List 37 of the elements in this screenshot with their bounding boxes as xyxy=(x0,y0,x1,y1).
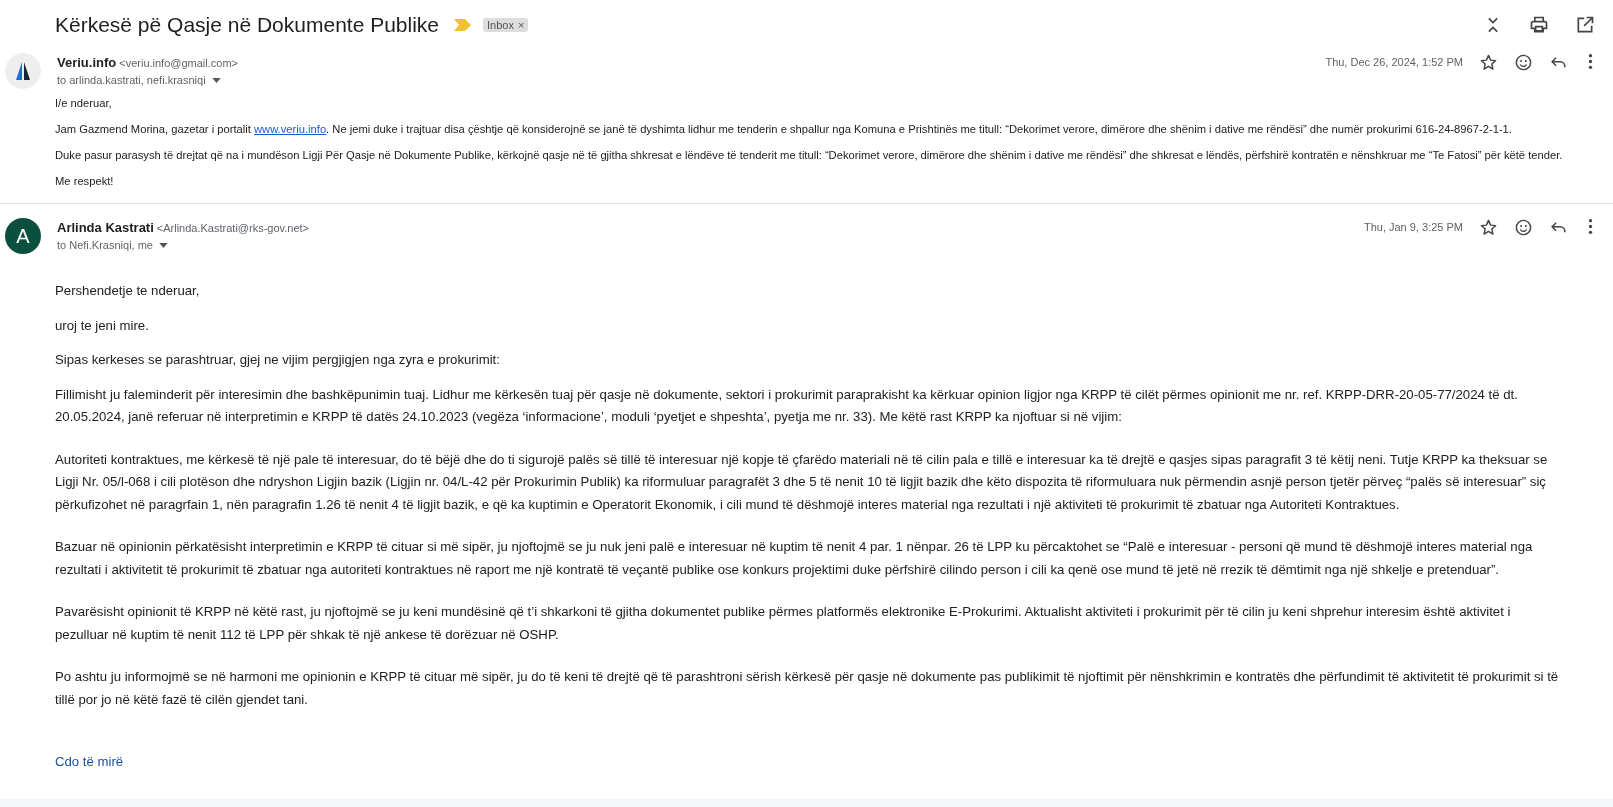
message-paragraph: Pershendetje te nderuar, xyxy=(55,282,201,300)
message-paragraph: Duke pasur parasysh të drejtat që na i mundëson Ligji Për Qasje në Dokumente Publike, kërkojnë qasje në të gjitha shkresat e lëndëve të tenderit me titull: “Dekorimet verore, dimërore dhe shënim i dative me rëndësi” dhe shkresat e lëndës, përfshirë kontratën e nënshkruar me “Te Fatosi” për këtë tender. xyxy=(55,148,1564,163)
importance-marker-icon[interactable] xyxy=(453,18,474,32)
message-date: Thu, Jan 9, 3:25 PM xyxy=(1363,221,1463,233)
dropdown-caret-icon[interactable] xyxy=(159,242,168,248)
message-paragraph: Me respekt! xyxy=(55,174,115,189)
message-paragraph: Po ashtu ju informojmë se në harmoni me opinionin e KRPP të cituar më sipër, ju do të keni të drejtë që të parashtroni sërish kërkesë për qasje në dokumente pas publikimit të njoftimit për nënshkrimin e kontratës dhe përfundimit të aktivitetit të prokurimit si të tillë por jo në këtë fazë të cilën gjendet tani. xyxy=(55,668,1560,709)
more-options-icon[interactable] xyxy=(1588,53,1593,70)
message-paragraph: I/e nderuar, xyxy=(55,96,113,111)
dropdown-caret-icon[interactable] xyxy=(211,77,221,83)
sender-name: Arlinda Kastrati xyxy=(57,220,154,235)
sender-name: Veriu.info xyxy=(57,55,117,70)
sender-email: <Arlinda.Kastrati@rks-gov.net> xyxy=(156,222,309,234)
message-paragraph: Jam Gazmend Morina, gazetar i portalit www.veriu.info. Ne jemi duke i trajtuar disa çështje që konsiderojnë se janë të dyshimta lidhur me tenderin e shpallur nga Komuna e Prishtinës me titull: “Dekorimet verore, dimërore dhe shënim i dative me rëndësi” dhe numër prokurimi 616-24-8967-2-1-1. xyxy=(55,122,1513,137)
print-icon[interactable] xyxy=(1529,15,1549,35)
more-options-icon[interactable] xyxy=(1588,218,1593,235)
message-paragraph: Sipas kerkeses se parashtruar, gjej ne vijim pergjigjen nga zyra e prokurimit: xyxy=(55,351,501,369)
message-paragraph: Autoriteti kontraktues, me kërkesë të një pale të interesuar, do të bëjë dhe do ti sigurojë palës së tillë të interesuar një kopje të çfarëdo materiali në të cilin pala e tillë e interesuar ka të drejtë e qasjes sipas paragrafit 3 të këtij neni. Tutje KRPP ka theksuar se Ligji Nr. 05/l-068 i cili plotëson dhe ndryshon Ligjin bazik (Ligjin nr. 04/L-42 për Prokurimin Publik) ka riformuluar paragrafët 3 dhe 5 të nenit 10 të ligjit bazik dhe këto dispozita të riformuluara nuk përmendin asnjë person tjetër përveç “palës së interesuar” siç përkufizohet në paragrfain 1, nën paragrafin 1.26 të nenit 4 të ligjit bazik, e që ka kuptimin e Operatorit Ekonomik, i cili mund të dëshmojë interes material nga rezultati i një aktiviteti të prokurimit të zbatuar nga Autoriteti Kontraktues. xyxy=(55,450,1549,514)
recipients: to Nefi.Krasniqi, me xyxy=(57,239,153,251)
message-paragraph: uroj te jeni mire. xyxy=(55,316,150,335)
inbox-label: Inbox × xyxy=(483,18,529,32)
closing-line: Cdo të mirë xyxy=(55,753,125,771)
open-in-new-window-icon[interactable] xyxy=(1575,15,1595,35)
recipients: to arlinda.kastrati, nefi.krasniqi xyxy=(57,74,206,86)
star-icon[interactable] xyxy=(1479,53,1498,72)
message-paragraph: Bazuar në opinionin përkatësisht interpretimin e KRPP të cituar si më sipër, ju njoftojmë se ju nuk jeni palë e interesuar në kuptim të nenit 4 par. 1 nënpar. 26 të LPP ku përcaktohet se “Palë e interesuar - personi që mund të dëshmojë interes material nga rezultati i aktivitetit të prokurimit të zbatuar nga autoriteti kontraktues në raport me një kontratë të veçantë publike ose konkurs projektimi duke përfshirë cilindo person i cili ka qenë ose mund të jetë në rrezik të dëmtimit nga një shkelje e pretenduar”. xyxy=(55,538,1534,579)
message-paragraph: Fillimisht ju faleminderit për interesimin dhe bashkëpunimin tuaj. Lidhur me kërkesën tuaj për qasje në dokumente, sektori i prokurimit paraprakisht ka kërkuar opinion ligjor nga KRPP të cilët përmes opinionit me nr. ref. KRPP-DRR-20-05-77/2024 të dt. 20.05.2024, janë referuar në interpretimin e KRPP të datës 24.10.2023 (vegëza ‘informacione’, moduli ‘pyetjet e shpeshta’, pyetja me nr. 33). Me këtë rast KRPP ka njoftuar si në vijim: xyxy=(55,385,1519,426)
remove-label-button[interactable]: × xyxy=(518,19,525,31)
emoji-icon[interactable] xyxy=(1514,218,1533,237)
avatar-logo-icon xyxy=(5,53,41,89)
message-paragraph: Pavarësisht opinionit të KRPP në këtë rast, ju njoftojmë se ju keni mundësinë që t’i shkarkoni të gjitha dokumentet publike përmes platformës elektronike E-Prokurimi. Aktualisht aktiviteti i prokurimit për të cilin ju keni shprehur interesim është aktivitet i pezulluar në kuptim të nenit 112 të LPP për shkak të një ankese të dorëzuar në OSHP. xyxy=(55,603,1512,644)
sender-avatar: A xyxy=(5,218,41,254)
message-date: Thu, Dec 26, 2024, 1:52 PM xyxy=(1325,56,1463,68)
sender-email: <veriu.info@gmail.com> xyxy=(119,57,238,69)
star-icon[interactable] xyxy=(1479,218,1498,237)
emoji-icon[interactable] xyxy=(1514,53,1533,72)
email-subject: Kërkesë pë Qasje në Dokumente Publike xyxy=(55,13,440,37)
